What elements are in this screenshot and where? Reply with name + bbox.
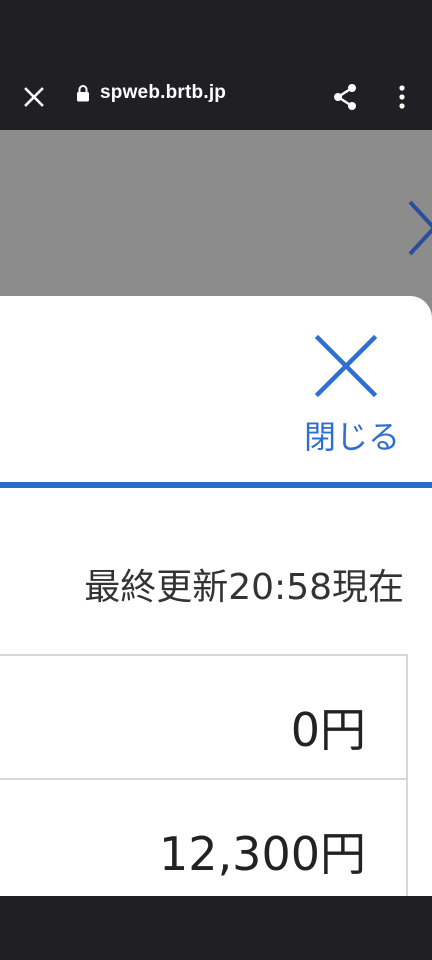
lock-icon: [76, 84, 90, 102]
browser-toolbar: spweb.brtb.jp: [0, 64, 432, 130]
amount-value: 0円: [290, 703, 366, 757]
close-icon[interactable]: [14, 77, 54, 117]
system-navigation-bar: [0, 896, 432, 960]
amount-table: 0円 12,300円: [0, 654, 408, 896]
table-row: 12,300円: [0, 780, 406, 896]
status-bar: [0, 0, 432, 64]
close-button[interactable]: 閉じる: [284, 332, 412, 458]
close-label: 閉じる: [303, 418, 400, 456]
bottom-sheet-modal: 閉じる 最終更新20:58現在 0円 12,300円: [0, 296, 432, 896]
table-row: 0円: [0, 656, 406, 780]
close-x-icon: [314, 334, 378, 398]
last-updated-text: 最終更新20:58現在: [84, 567, 404, 608]
more-vert-icon[interactable]: [382, 77, 422, 117]
share-icon[interactable]: [326, 77, 366, 117]
amount-value: 12,300円: [159, 827, 366, 881]
chevron-right-icon: [404, 198, 432, 258]
address-bar-url[interactable]: spweb.brtb.jp: [100, 82, 226, 104]
divider: [0, 482, 432, 488]
